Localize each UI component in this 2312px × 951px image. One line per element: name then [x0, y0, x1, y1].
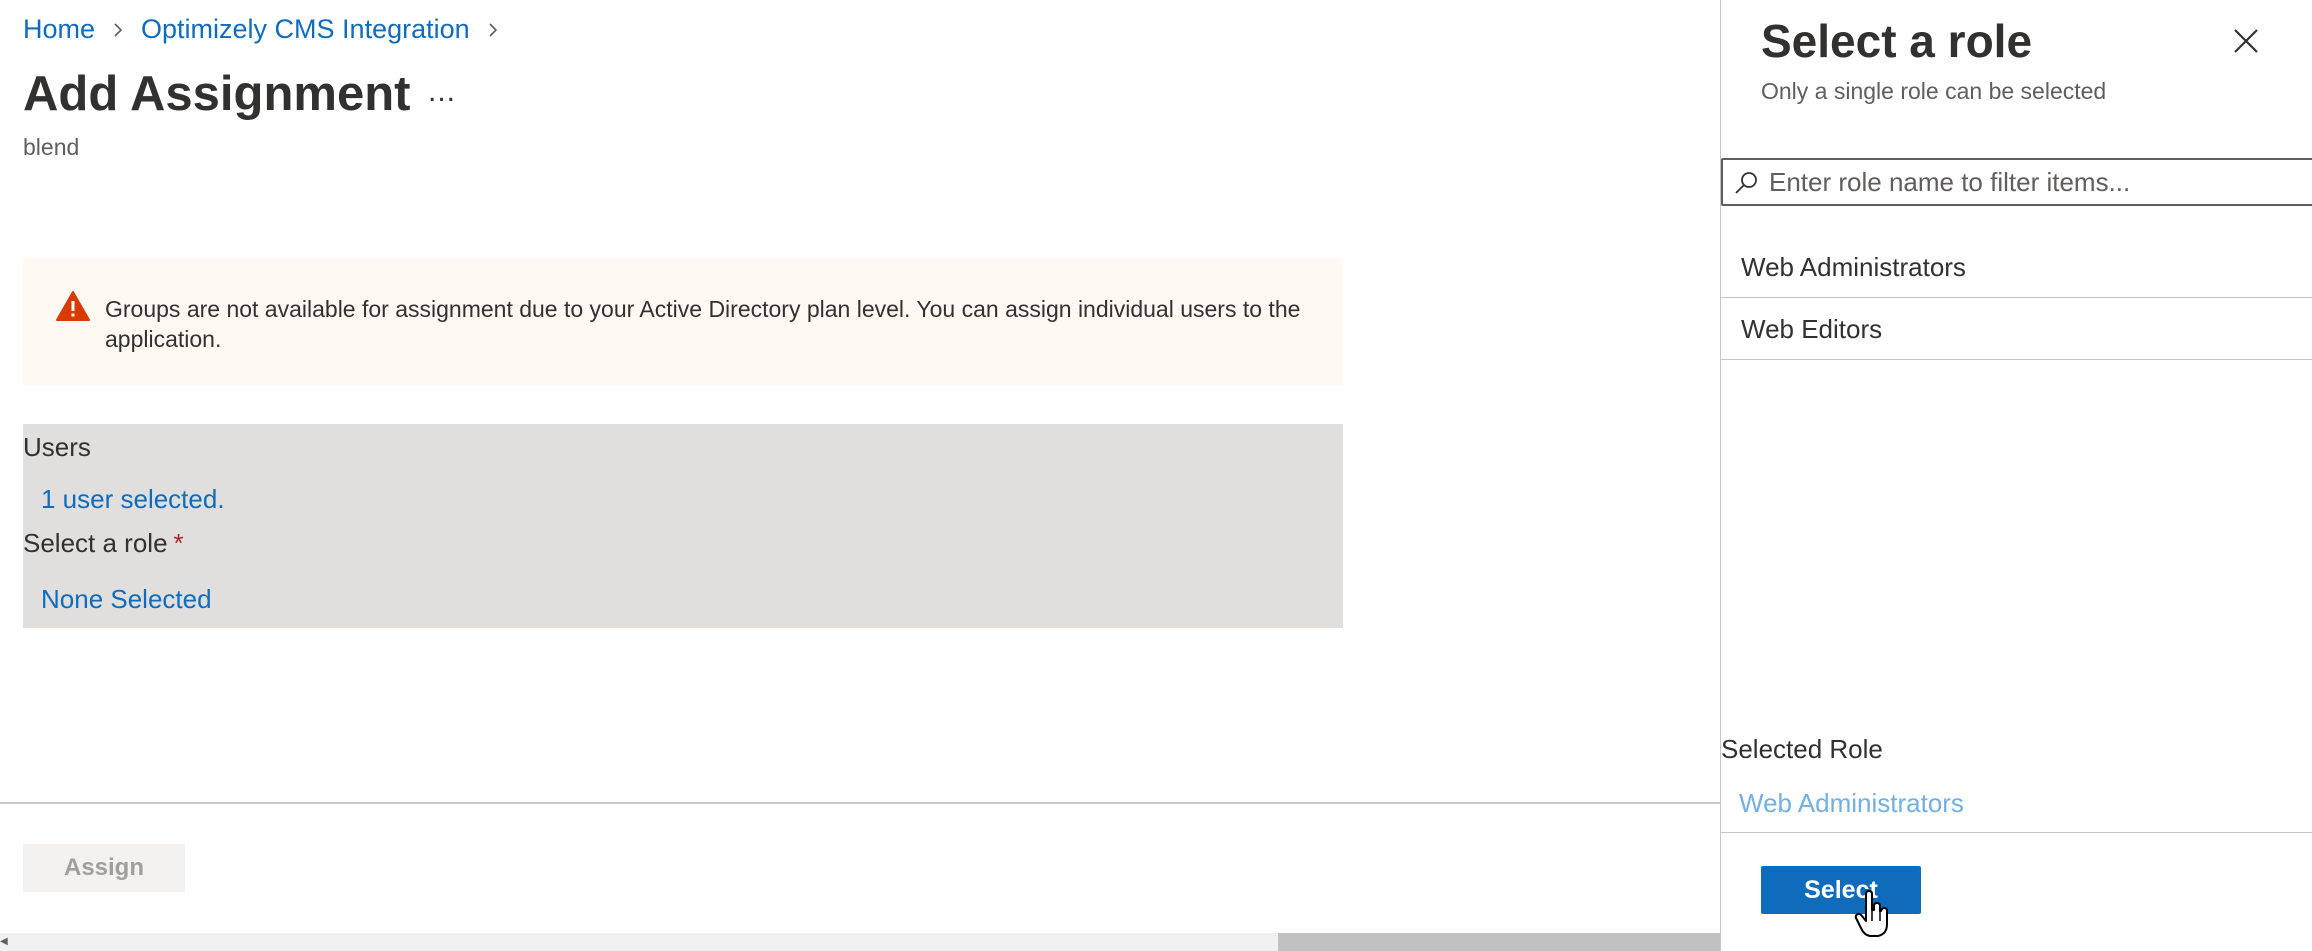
assign-button[interactable]: Assign	[23, 844, 185, 892]
role-selection-link[interactable]: None Selected	[41, 584, 212, 615]
warning-text: Groups are not available for assignment …	[105, 296, 1301, 352]
scrollbar-thumb[interactable]	[1278, 933, 1720, 951]
users-label: Users	[23, 432, 91, 462]
breadcrumb-home-link[interactable]: Home	[23, 14, 95, 45]
users-selection-link[interactable]: 1 user selected.	[41, 484, 225, 515]
role-label: Select a role *	[23, 528, 184, 559]
warning-icon	[56, 291, 90, 321]
main-content: Home Optimizely CMS Integration Add Assi…	[0, 0, 1720, 951]
role-list: Web Administrators Web Editors	[1721, 236, 2312, 360]
footer-divider	[0, 802, 1720, 804]
chevron-right-icon	[109, 21, 127, 39]
more-options-button[interactable]: ...	[428, 77, 456, 107]
selected-role-label: Selected Role	[1721, 734, 1883, 764]
select-role-panel: Select a role Only a single role can be …	[1720, 0, 2312, 951]
role-search-box	[1721, 158, 2312, 206]
role-item-web-editors[interactable]: Web Editors	[1721, 298, 2312, 360]
select-button[interactable]: Select	[1761, 866, 1921, 914]
chevron-right-icon	[484, 21, 502, 39]
page-subtitle: blend	[23, 134, 80, 160]
search-icon	[1735, 172, 1757, 194]
role-label-text: Select a role	[23, 528, 168, 558]
close-icon[interactable]	[2231, 26, 2261, 56]
panel-divider	[1721, 832, 2312, 833]
panel-title: Select a role	[1761, 15, 2033, 67]
selected-role-value: Web Administrators	[1739, 788, 1964, 818]
role-search-input[interactable]	[1769, 164, 2299, 200]
scroll-left-icon[interactable]: ◀	[0, 937, 8, 947]
breadcrumb-app-link[interactable]: Optimizely CMS Integration	[141, 14, 470, 45]
panel-subtitle: Only a single role can be selected	[1761, 78, 2107, 104]
assignment-section: Users 1 user selected. Select a role * No…	[23, 424, 1343, 628]
page-title: Add Assignment	[23, 67, 411, 121]
warning-banner: Groups are not available for assignment …	[23, 258, 1343, 386]
role-item-web-administrators[interactable]: Web Administrators	[1721, 236, 2312, 298]
breadcrumb: Home Optimizely CMS Integration	[23, 14, 516, 45]
required-marker: *	[173, 528, 184, 558]
horizontal-scrollbar[interactable]: ◀	[0, 933, 1720, 951]
